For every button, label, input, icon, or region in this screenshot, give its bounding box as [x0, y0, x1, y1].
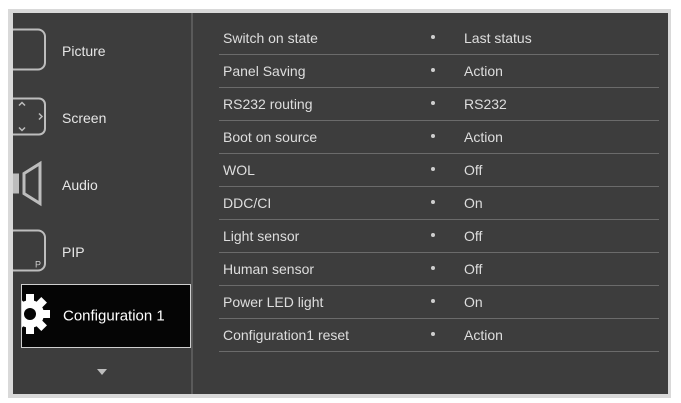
setting-value: Action	[464, 327, 503, 343]
setting-row-power-led-light[interactable]: Power LED light On	[219, 286, 659, 319]
bullet-icon	[431, 35, 435, 39]
setting-row-rs232-routing[interactable]: RS232 routing RS232	[219, 88, 659, 121]
setting-row-configuration1-reset[interactable]: Configuration1 reset Action	[219, 319, 659, 352]
setting-value: Action	[464, 129, 503, 145]
screen-icon	[6, 94, 53, 143]
sidebar-item-screen[interactable]: Screen	[6, 85, 191, 151]
setting-name: DDC/CI	[223, 195, 272, 211]
setting-name: WOL	[223, 162, 255, 178]
setting-value: Last status	[464, 30, 532, 46]
sidebar-item-picture[interactable]: Picture	[6, 18, 191, 84]
sidebar-item-pip[interactable]: P PIP	[6, 219, 191, 285]
sidebar-item-audio[interactable]: Audio	[11, 152, 191, 218]
setting-value: Off	[464, 228, 483, 244]
sidebar: Picture Screen Audio P PIP Configuration…	[6, 13, 191, 394]
picture-icon	[6, 27, 53, 76]
setting-name: Human sensor	[223, 261, 315, 277]
pip-icon: P	[6, 228, 53, 277]
setting-row-light-sensor[interactable]: Light sensor Off	[219, 220, 659, 253]
setting-value: On	[464, 294, 483, 310]
setting-value: Off	[464, 162, 483, 178]
setting-name: RS232 routing	[223, 96, 313, 112]
sidebar-item-label: Configuration 1	[63, 307, 165, 325]
setting-value: Off	[464, 261, 483, 277]
svg-text:P: P	[35, 260, 41, 270]
setting-value: RS232	[464, 96, 507, 112]
setting-value: Action	[464, 63, 503, 79]
sidebar-item-label: Screen	[62, 110, 107, 126]
setting-row-switch-on-state[interactable]: Switch on state Last status	[219, 22, 659, 55]
settings-list: Switch on state Last status Panel Saving…	[193, 13, 668, 394]
setting-value: On	[464, 195, 483, 211]
setting-name: Power LED light	[223, 294, 324, 310]
bullet-icon	[431, 266, 435, 270]
sidebar-item-label: Audio	[62, 177, 98, 193]
setting-name: Configuration1 reset	[223, 327, 350, 343]
bullet-icon	[431, 101, 435, 105]
sidebar-item-label: Picture	[62, 43, 106, 59]
chevron-down-icon[interactable]	[97, 369, 107, 375]
setting-name: Panel Saving	[223, 63, 306, 79]
osd-menu: Picture Screen Audio P PIP Configuration…	[6, 13, 668, 394]
bullet-icon	[431, 167, 435, 171]
bullet-icon	[431, 200, 435, 204]
setting-name: Switch on state	[223, 30, 318, 46]
speaker-icon	[11, 160, 53, 210]
setting-row-panel-saving[interactable]: Panel Saving Action	[219, 55, 659, 88]
sidebar-item-configuration-1[interactable]: Configuration 1	[10, 284, 191, 348]
bullet-icon	[431, 233, 435, 237]
setting-row-wol[interactable]: WOL Off	[219, 154, 659, 187]
sidebar-item-label: PIP	[62, 244, 85, 260]
bullet-icon	[431, 134, 435, 138]
bullet-icon	[431, 68, 435, 72]
setting-row-ddc-ci[interactable]: DDC/CI On	[219, 187, 659, 220]
bullet-icon	[431, 299, 435, 303]
gear-icon	[10, 289, 58, 343]
setting-row-boot-on-source[interactable]: Boot on source Action	[219, 121, 659, 154]
bullet-icon	[431, 332, 435, 336]
setting-name: Light sensor	[223, 228, 300, 244]
setting-name: Boot on source	[223, 129, 318, 145]
setting-row-human-sensor[interactable]: Human sensor Off	[219, 253, 659, 286]
